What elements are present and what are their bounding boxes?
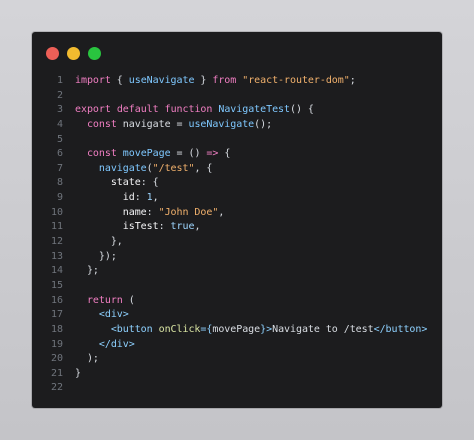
code-text: const navigate = useNavigate(); (86, 118, 273, 130)
line-number: 17 (51, 309, 63, 321)
line-number: 22 (51, 382, 63, 394)
code-text: </div> (98, 338, 135, 350)
code-line: 21 } (32, 367, 442, 382)
code-line: 9 id: 1, (32, 191, 442, 206)
code-window: 1 import { useNavigate } from "react-rou… (32, 32, 442, 408)
code-text: isTest: true, (122, 221, 201, 233)
line-number: 20 (51, 353, 63, 365)
code-line: 12 }, (32, 235, 442, 250)
line-number: 11 (51, 221, 63, 233)
line-number: 1 (57, 75, 63, 86)
line-number: 10 (51, 206, 63, 218)
line-number: 8 (57, 177, 63, 189)
line-number: 4 (57, 118, 63, 130)
code-text: const movePage = () => { (86, 148, 231, 160)
code-line: 15 (32, 279, 442, 294)
line-number: 13 (51, 250, 63, 262)
code-line: 14 }; (32, 264, 442, 279)
code-line: 5 (32, 133, 442, 148)
line-number: 15 (51, 279, 63, 291)
line-number: 19 (51, 338, 63, 350)
code-line: 22 (32, 381, 442, 396)
code-line: 1 import { useNavigate } from "react-rou… (32, 74, 442, 89)
code-text: state: { (110, 177, 159, 189)
maximize-dot-icon[interactable] (88, 47, 101, 60)
line-number: 6 (57, 148, 63, 160)
code-text: }; (75, 265, 99, 277)
code-text: export default function NavigateTest() { (75, 104, 314, 116)
line-number: 9 (57, 192, 63, 204)
code-line: 3 export default function NavigateTest()… (32, 103, 442, 118)
code-line: 19 </div> (32, 338, 442, 353)
code-text: import { useNavigate } from "react-route… (75, 75, 356, 86)
line-number: 5 (57, 133, 63, 145)
code-line: 4 const navigate = useNavigate(); (32, 118, 442, 133)
code-line: 2 (32, 89, 442, 104)
code-line: 11 isTest: true, (32, 220, 442, 235)
code-text: name: "John Doe", (122, 206, 225, 218)
code-line: 6 const movePage = () => { (32, 147, 442, 162)
close-dot-icon[interactable] (46, 47, 59, 60)
line-number: 3 (57, 104, 63, 116)
code-text: <div> (98, 309, 129, 321)
code-line: 18 <button onClick={movePage}>Navigate t… (32, 323, 442, 338)
code-text: } (75, 367, 81, 379)
code-text: return ( (86, 294, 135, 306)
code-text: }); (75, 250, 117, 262)
code-line: 20 ); (32, 352, 442, 367)
line-number: 7 (57, 162, 63, 174)
code-text: ); (75, 353, 99, 365)
window-controls (46, 47, 101, 60)
line-number: 16 (51, 294, 63, 306)
code-line: 17 <div> (32, 308, 442, 323)
line-number: 2 (57, 89, 63, 101)
code-block: 1 import { useNavigate } from "react-rou… (32, 74, 442, 396)
line-number: 18 (51, 323, 63, 335)
code-text: navigate("/test", { (98, 162, 213, 174)
line-number: 12 (51, 236, 63, 248)
code-text: }, (75, 236, 123, 248)
code-line: 10 name: "John Doe", (32, 206, 442, 221)
code-line: 13 }); (32, 250, 442, 265)
code-line: 7 navigate("/test", { (32, 162, 442, 177)
line-number: 14 (51, 265, 63, 277)
minimize-dot-icon[interactable] (67, 47, 80, 60)
line-number: 21 (51, 367, 63, 379)
code-line: 8 state: { (32, 176, 442, 191)
code-text: <button onClick={movePage}>Navigate to /… (110, 323, 428, 335)
code-line: 16 return ( (32, 294, 442, 309)
code-text: id: 1, (122, 192, 159, 204)
